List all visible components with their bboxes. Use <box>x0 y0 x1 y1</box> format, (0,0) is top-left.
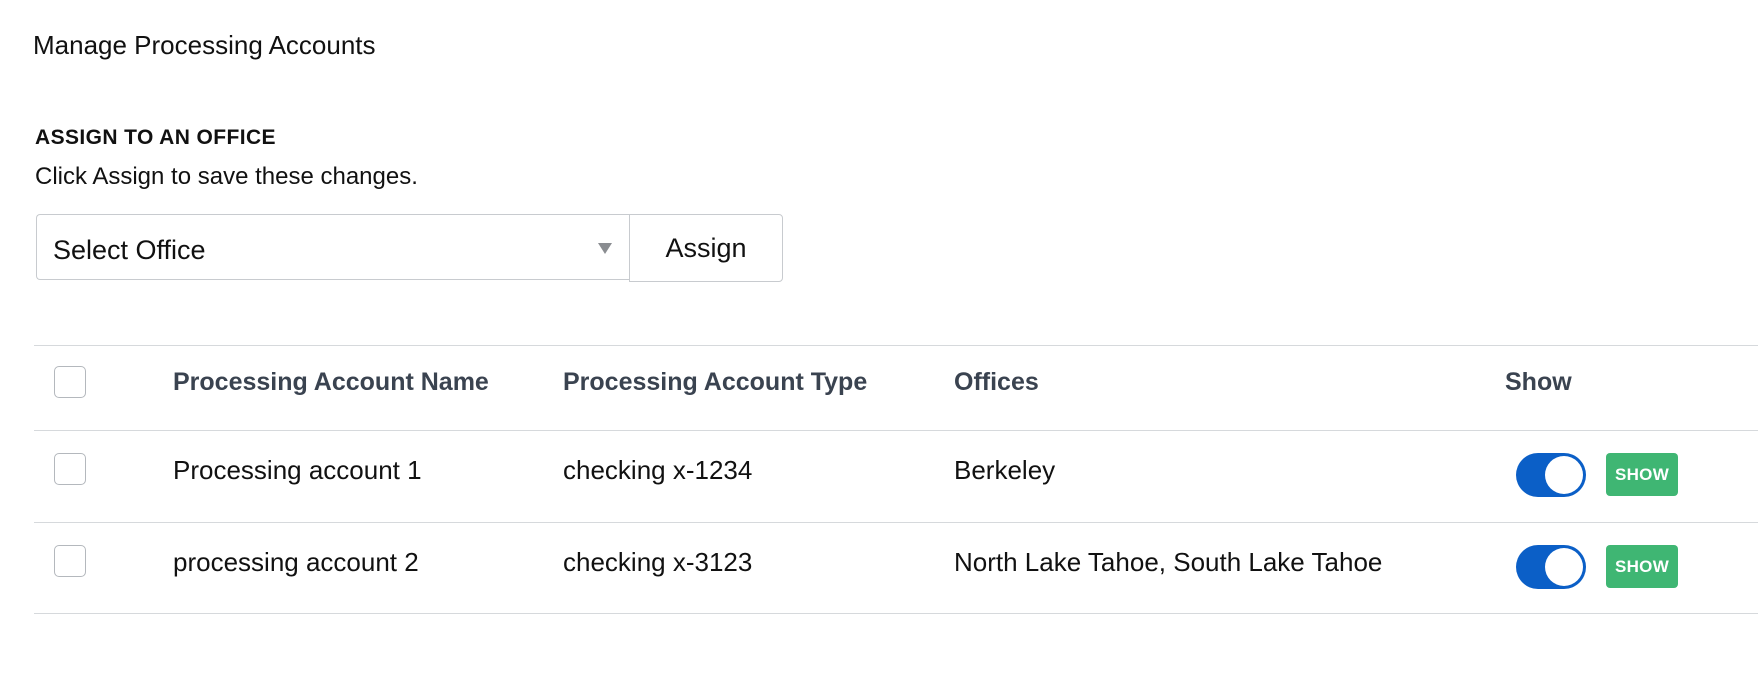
account-offices: North Lake Tahoe, South Lake Tahoe <box>954 547 1383 577</box>
caret-down-icon <box>598 243 612 254</box>
column-header-offices[interactable]: Offices <box>954 368 1039 397</box>
assign-office-group: Select Office Assign <box>36 214 783 282</box>
manage-processing-accounts-page: Manage Processing Accounts ASSIGN TO AN … <box>0 0 1758 682</box>
account-name: Processing account 1 <box>173 455 422 485</box>
select-all-checkbox[interactable] <box>54 366 86 398</box>
table-header-row: Processing Account Name Processing Accou… <box>34 345 1758 430</box>
account-name: processing account 2 <box>173 547 419 577</box>
office-select-value: Select Office <box>53 235 206 265</box>
account-type: checking x-1234 <box>563 455 753 485</box>
toggle-knob <box>1545 456 1583 494</box>
row-checkbox[interactable] <box>54 453 86 485</box>
processing-accounts-table: Processing Account Name Processing Accou… <box>34 345 1758 614</box>
account-offices: Berkeley <box>954 455 1056 485</box>
office-select[interactable]: Select Office <box>36 214 629 280</box>
assign-section-heading: ASSIGN TO AN OFFICE <box>35 126 276 149</box>
assign-section-hint: Click Assign to save these changes. <box>35 163 418 190</box>
table-row: Processing account 1 checking x-1234 Ber… <box>34 430 1758 522</box>
table-row: processing account 2 checking x-3123 Nor… <box>34 522 1758 614</box>
row-checkbox[interactable] <box>54 545 86 577</box>
column-header-show: Show <box>1505 368 1572 396</box>
column-header-type[interactable]: Processing Account Type <box>563 368 867 397</box>
account-type: checking x-3123 <box>563 547 753 577</box>
show-badge[interactable]: SHOW <box>1606 453 1678 496</box>
show-toggle[interactable] <box>1516 453 1586 497</box>
show-toggle[interactable] <box>1516 545 1586 589</box>
column-header-name[interactable]: Processing Account Name <box>173 368 489 397</box>
page-title: Manage Processing Accounts <box>33 30 376 60</box>
assign-button[interactable]: Assign <box>629 214 783 282</box>
toggle-knob <box>1545 548 1583 586</box>
show-badge[interactable]: SHOW <box>1606 545 1678 588</box>
